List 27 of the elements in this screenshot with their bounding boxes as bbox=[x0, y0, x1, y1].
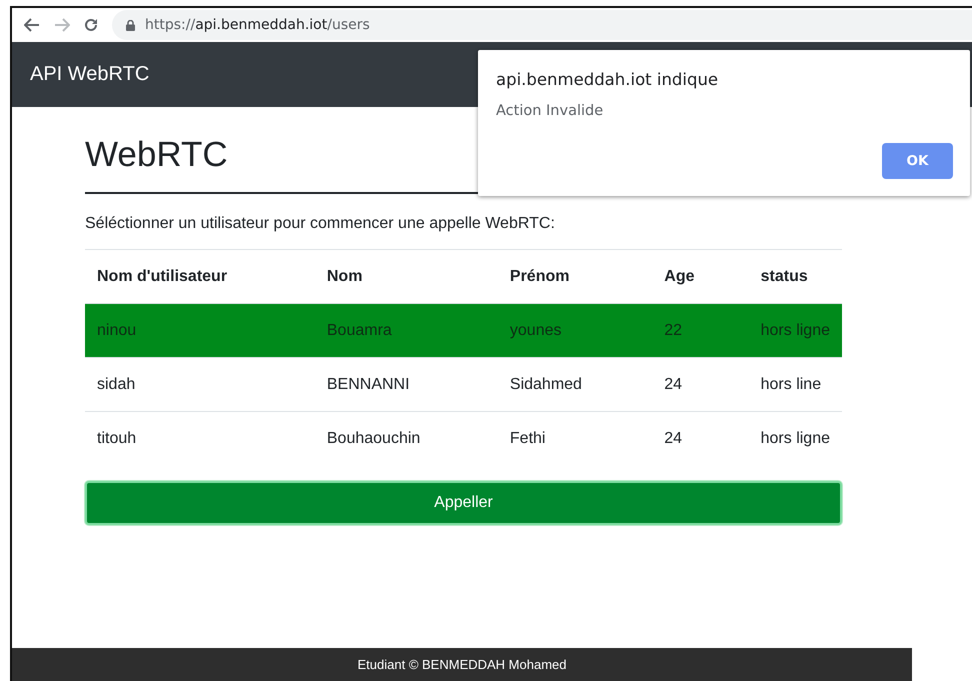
call-button[interactable]: Appeller bbox=[85, 481, 842, 525]
brand-link[interactable]: API WebRTC bbox=[30, 63, 150, 86]
lock-icon bbox=[126, 20, 135, 30]
table-cell: 22 bbox=[652, 304, 749, 358]
dialog-message: Action Invalide bbox=[496, 103, 604, 119]
reload-icon[interactable] bbox=[84, 18, 98, 32]
dialog-title: api.benmeddah.iot indique bbox=[496, 70, 720, 89]
table-cell: 24 bbox=[652, 358, 749, 412]
address-field[interactable]: https://api.benmeddah.iot/users bbox=[112, 10, 972, 40]
user-row[interactable]: sidah BENNANNI Sidahmed 24 hors line bbox=[85, 358, 842, 412]
intro-text: Séléctionner un utilisateur pour commencer une appelle WebRTC: bbox=[85, 215, 556, 233]
table-cell: hors ligne bbox=[748, 304, 842, 358]
table-cell: hors line bbox=[748, 358, 842, 412]
table-cell: ninou bbox=[85, 304, 315, 358]
table-cell: Fethi bbox=[498, 412, 652, 465]
footer-text: Etudiant © BENMEDDAH Mohamed bbox=[358, 657, 566, 672]
table-cell: sidah bbox=[85, 358, 315, 412]
table-cell: Bouamra bbox=[314, 304, 498, 358]
table-cell: BENNANNI bbox=[314, 358, 498, 412]
user-row[interactable]: titouh Bouhaouchin Fethi 24 hors ligne bbox=[85, 412, 842, 465]
table-cell: Bouhaouchin bbox=[314, 412, 498, 465]
table-cell: titouh bbox=[85, 412, 315, 465]
table-cell: hors ligne bbox=[748, 412, 842, 465]
table-cell: Sidahmed bbox=[498, 358, 652, 412]
back-icon[interactable] bbox=[24, 18, 40, 32]
table-cell: younes bbox=[498, 304, 652, 358]
table-cell: 24 bbox=[652, 412, 749, 465]
